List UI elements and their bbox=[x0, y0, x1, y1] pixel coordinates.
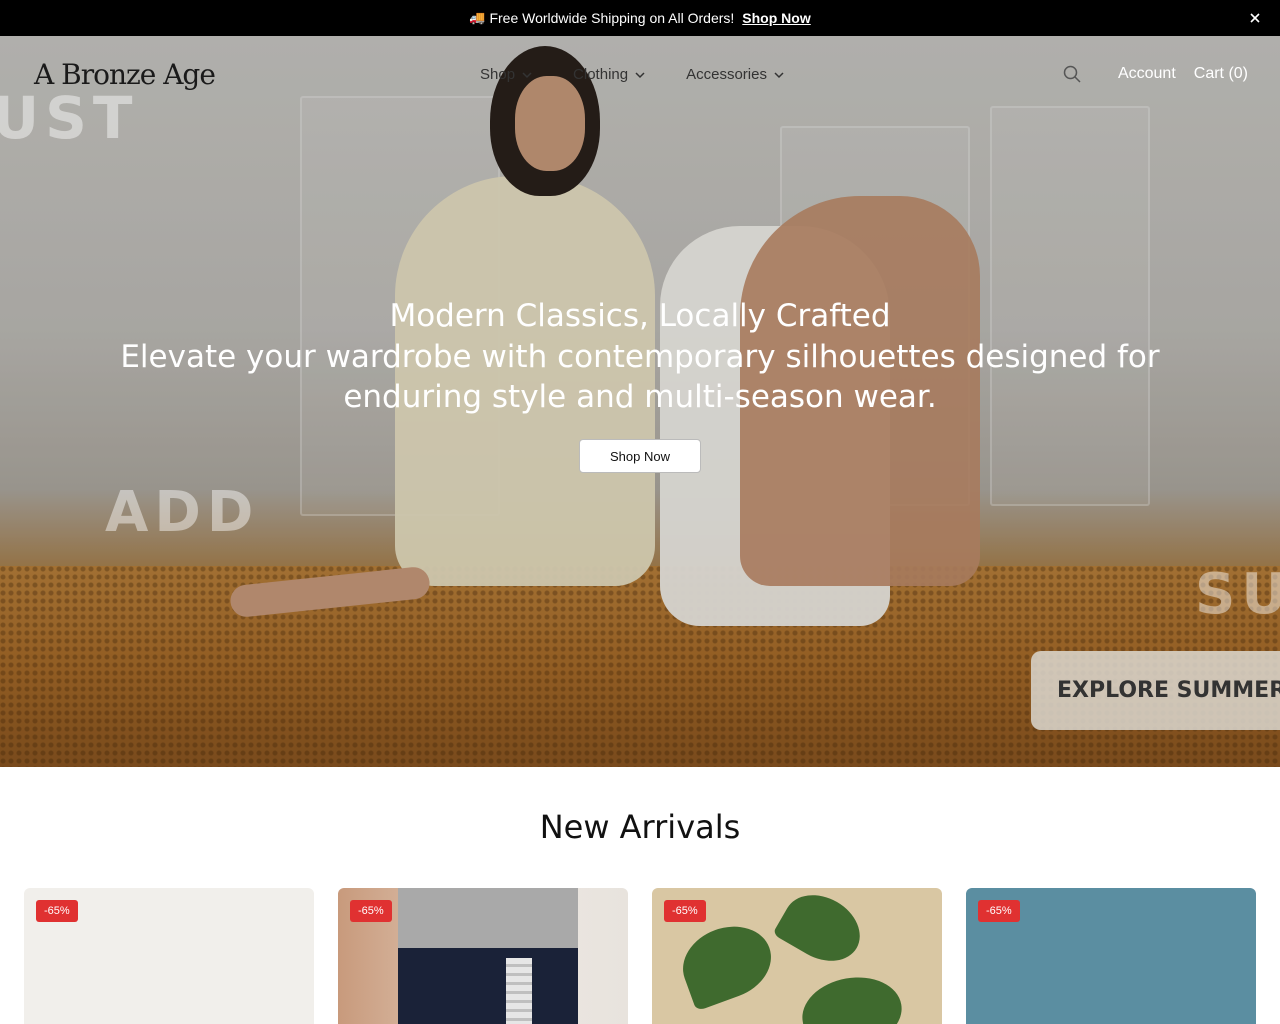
nav-shop[interactable]: Shop bbox=[480, 66, 533, 83]
logo[interactable]: A Bronze Age bbox=[34, 58, 216, 91]
new-arrivals-title: New Arrivals bbox=[539, 808, 741, 846]
announcement-shop-now-link[interactable]: Shop Now bbox=[742, 10, 810, 26]
hero-subtitle: Elevate your wardrobe with contemporary … bbox=[120, 339, 1160, 415]
plant-leaf bbox=[672, 914, 782, 1012]
announcement-text: Free Worldwide Shipping on All Orders! bbox=[489, 10, 735, 26]
product-card[interactable]: -65% bbox=[966, 888, 1256, 1024]
hero-title: Modern Classics, Locally Crafted bbox=[389, 298, 891, 334]
nav-label: Shop bbox=[480, 66, 516, 83]
product-card[interactable]: -65% bbox=[652, 888, 942, 1024]
chevron-down-icon bbox=[774, 71, 784, 78]
discount-badge: -65% bbox=[350, 900, 392, 922]
product-grid: -65% -65% -65% -65% bbox=[24, 888, 1256, 1024]
product-image-lace bbox=[506, 958, 532, 1024]
product-card[interactable]: -65% bbox=[338, 888, 628, 1024]
explore-summer-button[interactable]: EXPLORE SUMMER 2 bbox=[1031, 651, 1280, 730]
chevron-down-icon bbox=[522, 71, 532, 78]
nav-label: Clothing bbox=[573, 66, 629, 83]
product-image-shorts bbox=[398, 948, 578, 1024]
discount-badge: -65% bbox=[978, 900, 1020, 922]
announcement-bar: 🚚 Free Worldwide Shipping on All Orders!… bbox=[0, 0, 1280, 36]
discount-badge: -65% bbox=[36, 900, 78, 922]
cart-link[interactable]: Cart (0) bbox=[1194, 65, 1248, 83]
account-link[interactable]: Account bbox=[1118, 65, 1176, 83]
truck-icon: 🚚 bbox=[469, 10, 486, 25]
nav-label: Accessories bbox=[686, 66, 767, 83]
nav-clothing[interactable]: Clothing bbox=[573, 66, 646, 83]
hero-shop-now-button[interactable]: Shop Now bbox=[579, 439, 701, 473]
main-nav: Shop Clothing Accessories bbox=[480, 66, 785, 83]
ghost-text: SU bbox=[1195, 562, 1280, 627]
search-icon[interactable] bbox=[1062, 64, 1082, 84]
plant-leaf bbox=[772, 888, 872, 974]
close-icon[interactable] bbox=[1246, 9, 1264, 27]
hero-text: Modern Classics, Locally Crafted Elevate… bbox=[0, 295, 1280, 417]
nav-accessories[interactable]: Accessories bbox=[686, 66, 785, 83]
chevron-down-icon bbox=[635, 71, 645, 78]
product-card[interactable]: -65% bbox=[24, 888, 314, 1024]
site-header: A Bronze Age Shop Clothing Accessories A… bbox=[0, 36, 1280, 116]
ghost-text: ADD bbox=[105, 480, 260, 545]
header-actions: Account Cart (0) bbox=[1062, 64, 1248, 84]
discount-badge: -65% bbox=[664, 900, 706, 922]
plant-leaf bbox=[796, 969, 908, 1024]
